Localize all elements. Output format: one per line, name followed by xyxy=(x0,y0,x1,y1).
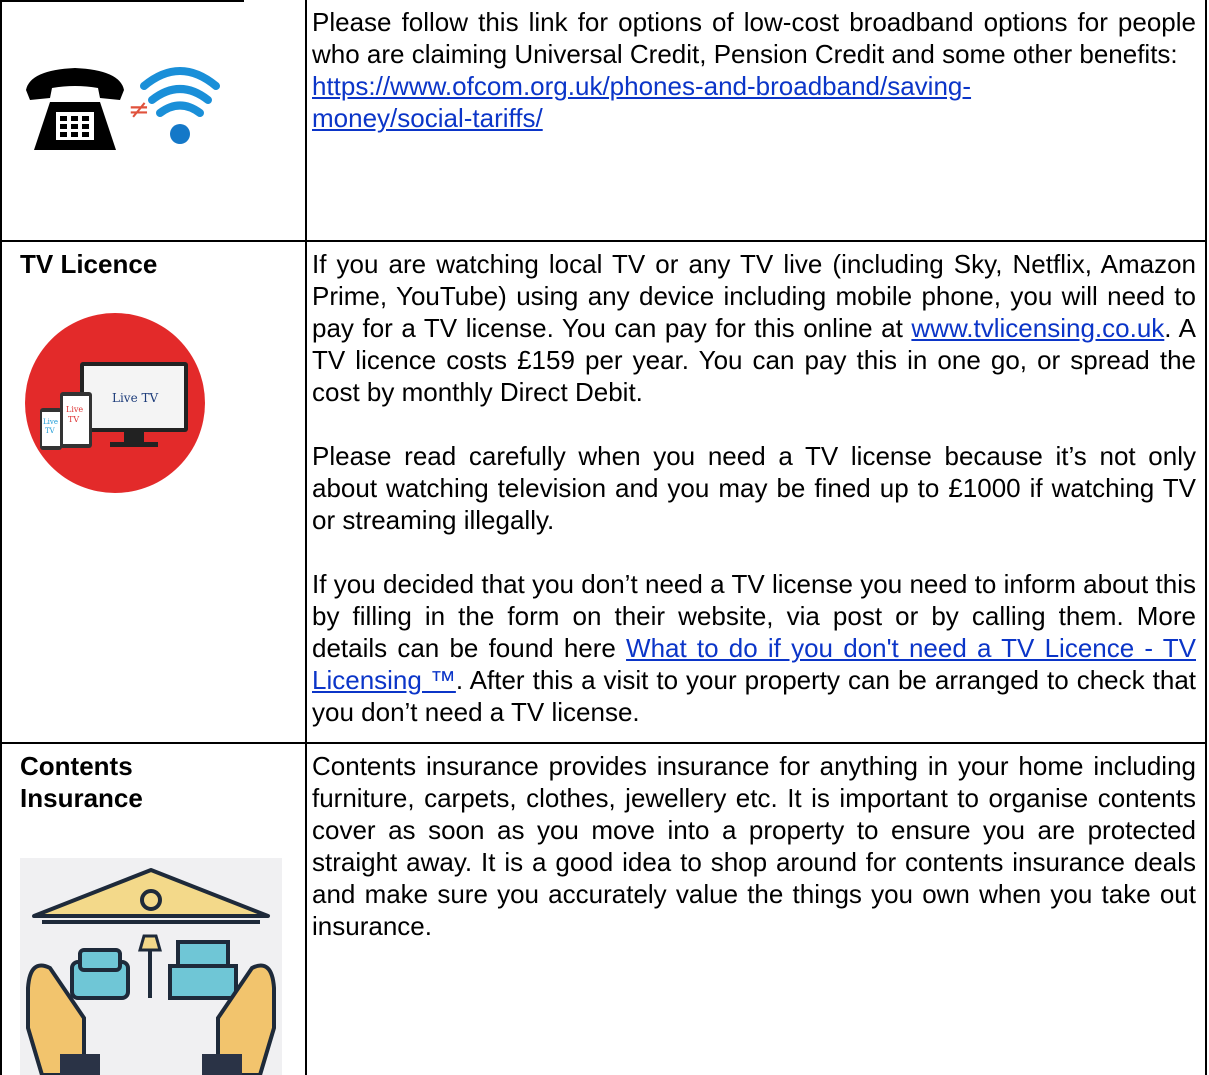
tv-licence-paragraph-1: If you are watching local TV or any TV l… xyxy=(312,248,1196,408)
phone-screen-text: Live xyxy=(43,418,58,426)
tv-licence-info: If you are watching local TV or any TV l… xyxy=(312,248,1196,728)
tablet-screen-text-2: TV xyxy=(68,415,79,424)
tvlicensing-link[interactable]: www.tvlicensing.co.uk xyxy=(911,313,1164,343)
column-divider xyxy=(305,0,307,1075)
tv-licence-paragraph-3: If you decided that you don’t need a TV … xyxy=(312,568,1196,728)
house-insurance-image xyxy=(20,858,282,1075)
table-left-border xyxy=(0,0,2,1075)
phone-screen-text-2: TV xyxy=(45,427,56,435)
document-table: ≠ Please follow this link for options of… xyxy=(0,0,1209,1075)
table-right-border xyxy=(1205,0,1207,1075)
table-top-border xyxy=(0,0,244,2)
label-line-2: Insurance xyxy=(20,783,143,813)
row-divider-1 xyxy=(0,240,1207,242)
tablet-screen-text: Live xyxy=(66,405,83,414)
contents-insurance-label: Contents Insurance xyxy=(20,750,143,814)
broadband-info: Please follow this link for options of l… xyxy=(312,6,1196,134)
live-tv-image: Live TV Live TV Live TV xyxy=(22,312,208,494)
ofcom-link-line2[interactable]: money/social-tariffs/ xyxy=(312,103,543,133)
row-divider-2 xyxy=(0,742,1207,744)
phone-not-wifi-image: ≠ xyxy=(20,50,220,160)
tv-screen-text: Live TV xyxy=(112,391,159,405)
contents-insurance-text: Contents insurance provides insurance fo… xyxy=(312,751,1196,941)
telephone-icon xyxy=(26,68,124,150)
tv-licence-label: TV Licence xyxy=(20,249,158,279)
ofcom-link-line1[interactable]: https://www.ofcom.org.uk/phones-and-broa… xyxy=(312,71,971,101)
contents-insurance-info: Contents insurance provides insurance fo… xyxy=(312,750,1196,942)
not-equal-icon: ≠ xyxy=(128,95,150,125)
broadband-text: Please follow this link for options of l… xyxy=(312,7,1196,69)
tv-licence-paragraph-2: Please read carefully when you need a TV… xyxy=(312,441,1196,535)
label-line-1: Contents xyxy=(20,751,133,781)
wifi-icon xyxy=(140,67,220,144)
